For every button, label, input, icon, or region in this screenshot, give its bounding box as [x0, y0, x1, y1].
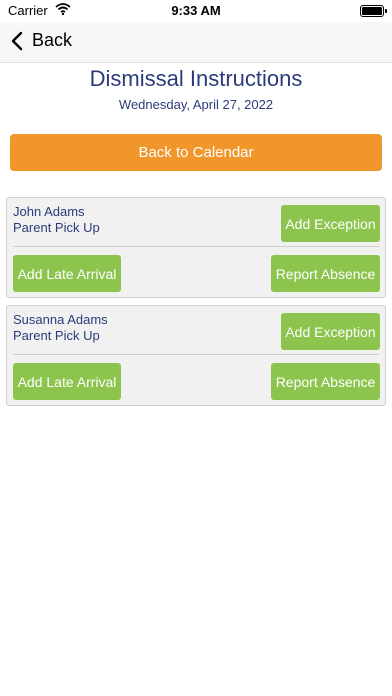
add-exception-button[interactable]: Add Exception	[281, 313, 380, 350]
report-absence-button[interactable]: Report Absence	[271, 363, 380, 400]
chevron-left-icon	[11, 31, 23, 50]
student-name: John Adams	[13, 204, 85, 219]
card-divider	[13, 246, 379, 247]
add-exception-button[interactable]: Add Exception	[281, 205, 380, 242]
status-time: 9:33 AM	[171, 3, 221, 18]
navigation-bar: Back	[0, 22, 392, 63]
student-name: Susanna Adams	[13, 312, 108, 327]
page-title: Dismissal Instructions	[89, 66, 303, 91]
back-button[interactable]: Back	[10, 30, 72, 51]
back-to-calendar-button[interactable]: Back to Calendar	[10, 134, 382, 171]
student-card: John Adams Parent Pick Up Add Exception …	[6, 197, 386, 298]
battery-icon	[360, 5, 387, 17]
dismissal-method: Parent Pick Up	[13, 328, 100, 343]
back-label: Back	[32, 30, 73, 50]
dismissal-method: Parent Pick Up	[13, 220, 100, 235]
card-divider	[13, 354, 379, 355]
add-late-arrival-button[interactable]: Add Late Arrival	[13, 363, 121, 400]
add-late-arrival-button[interactable]: Add Late Arrival	[13, 255, 121, 292]
report-absence-button[interactable]: Report Absence	[271, 255, 380, 292]
status-bar: Carrier 9:33 AM	[0, 0, 392, 22]
student-card: Susanna Adams Parent Pick Up Add Excepti…	[6, 305, 386, 406]
page-date: Wednesday, April 27, 2022	[118, 97, 274, 112]
